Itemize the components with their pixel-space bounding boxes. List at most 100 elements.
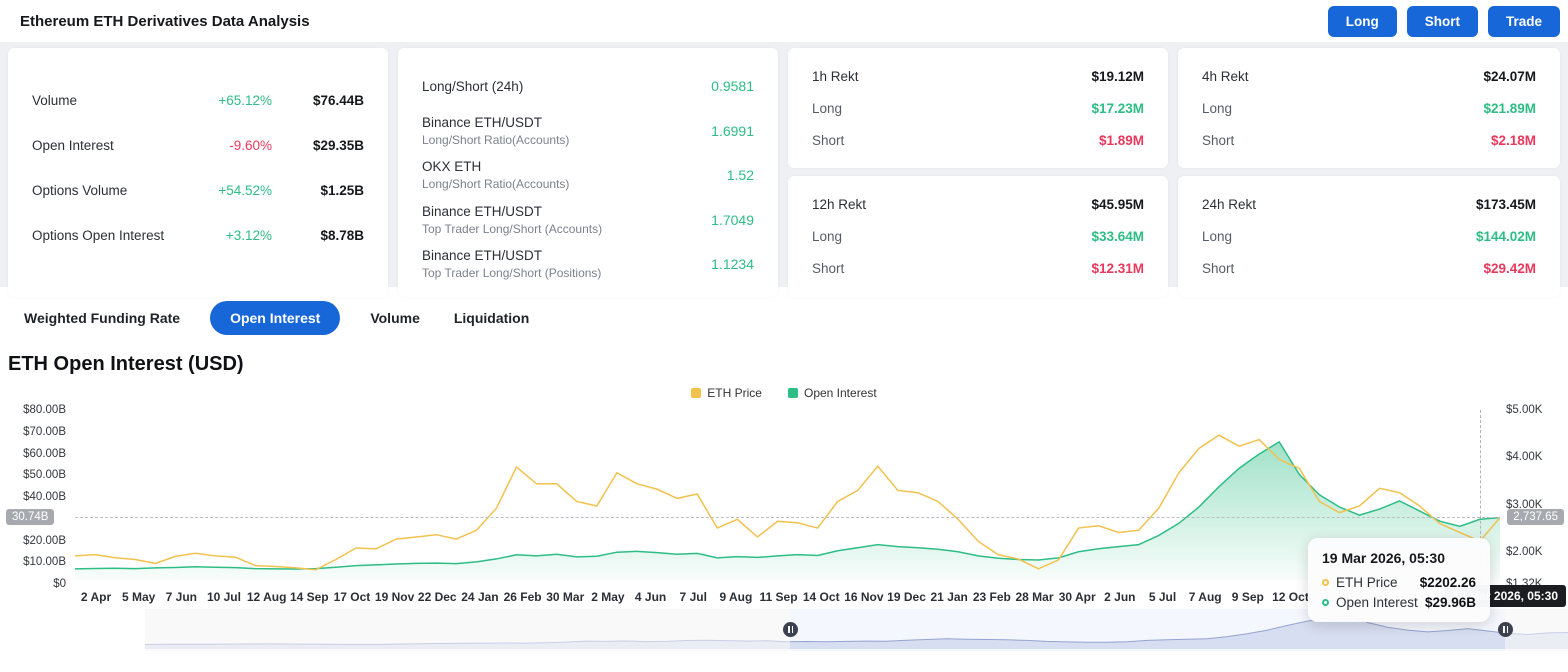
metric-change: +3.12% [225,228,272,243]
ratio-sublabel: Top Trader Long/Short (Accounts) [422,221,603,236]
tab-open-interest[interactable]: Open Interest [210,301,341,335]
rekt-card: 4h Rekt $24.07M Long $21.89M Short $2.18M [1178,48,1560,169]
y-axis-label-left: $40.00B [23,491,66,503]
handle-grip-bar [788,626,790,633]
ratio-sublabel: Long/Short Ratio(Accounts) [422,177,570,192]
rekt-total: $24.07M [1483,68,1536,84]
ratio-value: 1.7049 [711,211,754,228]
y-axis-label-left: $10.00B [23,556,66,569]
rekt-long-value: $17.23M [1091,100,1144,116]
overview-row: Open Interest -9.60% $29.35B [32,123,364,168]
x-axis-label: 30 Apr [1058,590,1096,604]
rekt-row: Long $21.89M [1202,92,1536,124]
handle-grip-bar [1503,626,1505,633]
tab-weighted-funding-rate[interactable]: Weighted Funding Rate [20,301,184,335]
rekt-total: $45.95M [1091,196,1144,212]
ratio-label: Binance ETH/USDT [422,248,543,264]
ratio-row: Long/Short (24h) 0.9581 [422,64,754,109]
overview-row: Options Volume +54.52% $1.25B [32,168,364,213]
x-axis-label: 7 Jul [679,590,707,604]
rekt-column-right: 4h Rekt $24.07M Long $21.89M Short $2.18M 24h … [1178,48,1560,297]
x-axis-label: 10 Jul [206,590,241,604]
chart-tooltip: 19 Mar 2026, 05:30 ETH Price $2202.26 Open… [1308,538,1490,622]
metric-label: Volume [32,93,78,108]
header-button-trade[interactable]: Trade [1487,5,1560,37]
overview-row: Options Open Interest +3.12% $8.78B [32,213,364,258]
rekt-title: 4h Rekt [1202,68,1249,84]
x-axis-label: 23 Feb [972,590,1011,604]
ratio-row: Binance ETH/USDT Top Trader Long/Short (P… [422,242,754,287]
metric-label: Options Open Interest [32,228,165,243]
x-axis-label: 12 Oct [1272,590,1309,604]
rekt-short-value: $29.42M [1483,260,1536,276]
header-button-long[interactable]: Long [1327,5,1397,37]
x-axis-label: 7 Aug [1188,590,1222,604]
rekt-column-left: 1h Rekt $19.12M Long $17.23M Short $1.89M 12h … [788,48,1168,297]
rekt-row: Short $1.89M [812,124,1144,156]
legend-item[interactable]: ETH Price [691,386,762,400]
y-axis-label-left: $60.00B [23,447,66,460]
rekt-long-label: Long [812,228,843,244]
rekt-short-label: Short [1202,132,1235,148]
rekt-row: Long $33.64M [812,220,1144,252]
ratio-label: Binance ETH/USDT [422,203,543,219]
legend-label: Open Interest [803,386,877,400]
page-header: Ethereum ETH Derivatives Data Analysis L… [0,0,1568,42]
navigator-handle-left[interactable] [783,622,798,637]
overview-row: Volume +65.12% $76.44B [32,78,364,123]
y-axis-label-left: $20.00B [23,534,66,547]
tooltip-series-dot [1322,599,1329,606]
metric-change: +54.52% [218,183,272,198]
tooltip-series-dot [1322,579,1329,586]
ratio-value: 1.6991 [711,122,754,139]
ratio-label: Long/Short (24h) [422,78,524,94]
x-axis-label: 28 Mar [1015,590,1054,604]
main-chart-plot[interactable] [75,410,1500,584]
metric-label: Options Volume [32,183,128,198]
rekt-row: Long $17.23M [812,92,1144,124]
rekt-short-label: Short [812,260,845,276]
rekt-short-value: $12.31M [1091,260,1144,276]
rekt-total: $19.12M [1091,68,1144,84]
rekt-long-label: Long [1202,100,1233,116]
x-axis-label: 11 Sep [759,590,798,604]
x-axis-label: 17 Oct [333,590,371,604]
rekt-row: 12h Rekt $45.95M [812,188,1144,220]
rekt-row: 1h Rekt $19.12M [812,60,1144,92]
tooltip-row: ETH Price $2202.26 [1322,575,1476,590]
rekt-short-label: Short [812,132,845,148]
current-price-badge: 2,737.65 [1507,508,1564,525]
y-axis-label-left: $70.00B [23,425,66,438]
y-axis-label-left: $50.00B [23,469,66,482]
x-axis-label: 22 Dec [417,590,457,604]
x-axis-label: 9 Sep [1231,590,1264,604]
x-axis-label: 14 Sep [289,590,329,604]
ratio-sublabel: Long/Short Ratio(Accounts) [422,132,570,147]
chart-legend: ETH Price Open Interest [0,378,1568,402]
x-axis-label: 2 Jun [1104,590,1136,604]
rekt-row: Long $144.02M [1202,220,1536,252]
rekt-card: 24h Rekt $173.45M Long $144.02M Short $29.42M [1178,176,1560,297]
ratio-label: OKX ETH [422,159,482,175]
legend-swatch [691,388,702,398]
current-value-dashed-line [75,517,1500,519]
longshort-ratio-card: Long/Short (24h) 0.9581 Binance ETH/USDT Lo… [398,48,778,297]
y-axis-label-right: $5.00K [1506,404,1543,416]
legend-item[interactable]: Open Interest [787,386,877,400]
tab-liquidation[interactable]: Liquidation [450,301,533,335]
navigator-handle-right[interactable] [1498,622,1513,637]
x-axis-label: 12 Aug [246,590,287,604]
ratio-row: Binance ETH/USDT Top Trader Long/Short (A… [422,198,754,243]
overview-card: Volume +65.12% $76.44B Open Interest -9.60% $… [8,48,388,297]
x-axis-label: 16 Nov [844,590,884,604]
legend-swatch [787,388,798,398]
x-axis-label: 21 Jan [930,590,968,604]
metric-value: $76.44B [312,93,364,108]
rekt-card: 1h Rekt $19.12M Long $17.23M Short $1.89M [788,48,1168,169]
rekt-row: Short $12.31M [812,252,1144,284]
x-axis-label: 7 Jun [165,590,197,604]
header-button-short[interactable]: Short [1406,5,1478,37]
ratio-value: 0.9581 [711,78,754,95]
tab-volume[interactable]: Volume [366,301,424,335]
rekt-long-label: Long [1202,228,1233,244]
